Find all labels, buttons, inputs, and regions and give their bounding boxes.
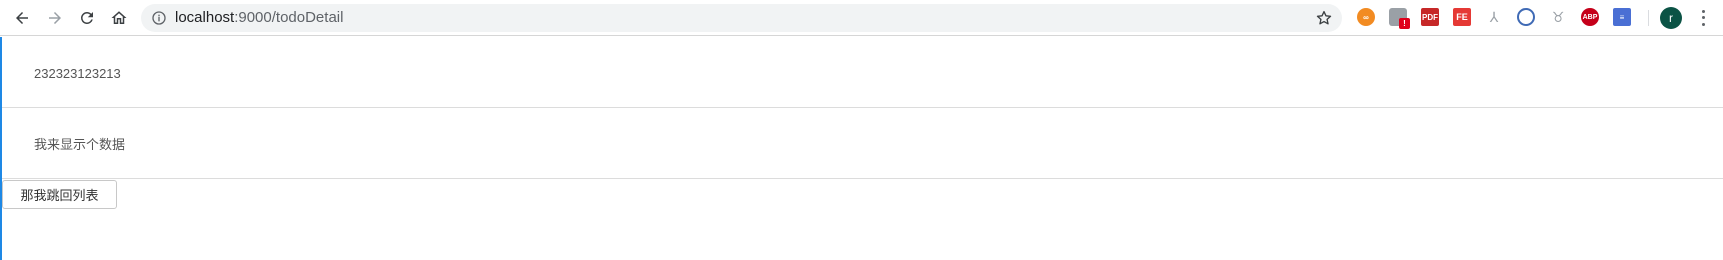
forward-arrow-icon[interactable] [42,5,68,31]
detail-row-id: 232323123213 [2,37,1723,108]
todo-content-text: 我来显示个数据 [34,137,126,152]
url-text[interactable]: localhost:9000/todoDetail [175,10,343,26]
kebab-menu-icon[interactable] [1694,8,1712,28]
shield-ext-icon[interactable]: ♉ [1549,8,1567,26]
detail-row-content: 我来显示个数据 [2,108,1723,179]
url-host: localhost [175,9,235,26]
toolbar-divider [1648,10,1649,26]
todo-detail-page: 232323123213 我来显示个数据 那我跳回列表 [0,37,1723,260]
todo-id-text: 232323123213 [34,66,121,81]
profile-avatar[interactable]: r [1660,7,1682,29]
globe-ext-icon[interactable] [1517,8,1535,26]
bookmark-star-icon[interactable] [1315,9,1333,27]
browser-toolbar: localhost:9000/todoDetail ∞ ! PDF FE ⅄ ♉… [0,0,1723,36]
address-bar[interactable]: localhost:9000/todoDetail [141,4,1342,32]
fe-ext-icon[interactable]: FE [1453,8,1471,26]
adblock-icon[interactable]: ABP [1581,8,1599,26]
url-path: :9000/todoDetail [234,9,344,26]
info-icon[interactable] [151,10,167,26]
puzzle-ext-icon[interactable]: ! [1389,8,1410,29]
back-to-list-button[interactable]: 那我跳回列表 [2,180,117,209]
back-arrow-icon[interactable] [9,5,35,31]
infinity-icon[interactable]: ∞ [1357,8,1375,26]
notes-ext-icon[interactable]: ≡ [1613,8,1631,26]
pdf-ext-icon[interactable]: PDF [1421,8,1439,26]
notification-badge: ! [1399,18,1410,29]
home-icon[interactable] [106,5,132,31]
tree-ext-icon[interactable]: ⅄ [1485,8,1503,26]
reload-icon[interactable] [74,5,100,31]
